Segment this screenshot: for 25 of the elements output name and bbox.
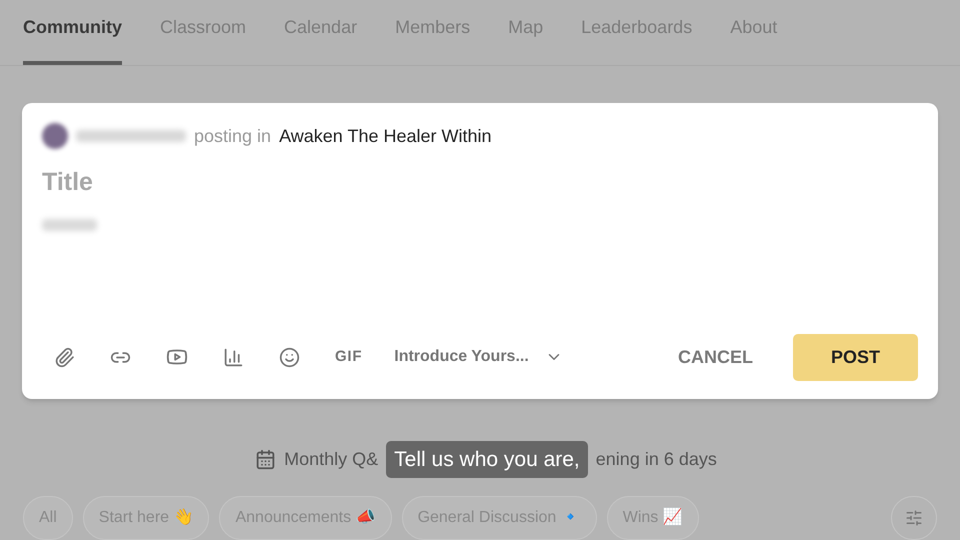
- nav-tab[interactable]: Members: [395, 14, 470, 65]
- blurred-body: [42, 219, 97, 232]
- title-field[interactable]: Title: [42, 164, 442, 202]
- group-name: Awaken The Healer Within: [279, 124, 492, 148]
- nav-tab[interactable]: Community: [23, 14, 122, 65]
- avatar: [42, 123, 68, 150]
- settings-icon: [905, 509, 923, 527]
- post-button[interactable]: POST: [793, 334, 918, 380]
- event-text: Monthly Q&: [284, 448, 378, 471]
- calendar-icon: [255, 448, 276, 470]
- event-text: ening in 6 days: [596, 448, 717, 471]
- gif-button[interactable]: GIF: [335, 346, 362, 368]
- nav-tab[interactable]: Classroom: [160, 14, 246, 65]
- poll-icon[interactable]: [223, 346, 244, 368]
- cancel-button[interactable]: CANCEL: [678, 344, 753, 370]
- nav-tab[interactable]: About: [730, 14, 778, 65]
- nav-tab[interactable]: Leaderboards: [581, 14, 692, 65]
- nav-tab[interactable]: Map: [508, 14, 544, 65]
- posting-in-label: posting in: [194, 124, 272, 148]
- emoji-icon[interactable]: [279, 346, 300, 368]
- filter-settings-button[interactable]: [891, 496, 937, 540]
- paperclip-icon[interactable]: [54, 346, 75, 368]
- category-dropdown[interactable]: Introduce Yours...: [394, 345, 563, 369]
- caption-overlay: Tell us who you are,: [386, 440, 588, 478]
- nav-tab[interactable]: Calendar: [284, 14, 358, 65]
